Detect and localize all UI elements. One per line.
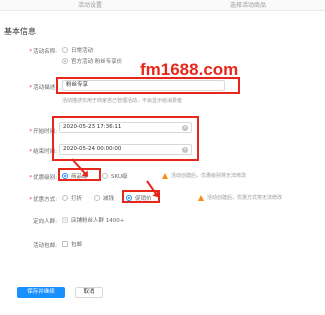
audience-checkbox[interactable]: 店铺粉丝人群 1400+	[62, 216, 124, 224]
radio-circle	[62, 47, 68, 53]
annotation-box-level	[58, 168, 101, 181]
radio-discount[interactable]: 打折	[62, 194, 82, 202]
method-warning: 活动创建后，优惠方式将无法修改	[198, 194, 282, 201]
shipping-checkbox[interactable]: 包邮	[62, 240, 82, 248]
description-hint: 活动描述仅用于商家自己管理活动，不会显示给消费者	[62, 98, 183, 104]
step-tabs: 活动设置 选择活动商品	[0, 0, 325, 11]
radio-reduce[interactable]: 减钱	[94, 194, 114, 202]
activity-name-label: *活动名称:	[29, 49, 57, 55]
section-title: 基本信息	[4, 27, 36, 36]
tab-activity-settings[interactable]: 活动设置	[78, 0, 102, 9]
description-label: *活动描述:	[29, 85, 57, 91]
level-warning: 活动创建后，优惠级别将无法修改	[162, 172, 246, 179]
audience-label: 定向人群:	[33, 219, 57, 225]
checkbox	[62, 217, 68, 223]
radio-circle	[102, 173, 108, 179]
warning-icon	[162, 172, 168, 179]
radio-circle	[94, 195, 100, 201]
tab-select-products[interactable]: 选择活动商品	[230, 0, 266, 9]
method-label: *优惠方式:	[29, 197, 57, 203]
radio-circle	[62, 195, 68, 201]
radio-daily-activity[interactable]: 日常活动	[62, 46, 93, 54]
cancel-button[interactable]: 取消	[75, 287, 103, 298]
radio-circle	[62, 58, 68, 64]
warning-icon	[198, 194, 204, 201]
save-continue-button[interactable]: 保存并继续	[17, 287, 65, 298]
checkbox	[62, 241, 68, 247]
radio-sku-level[interactable]: SKU级	[102, 172, 127, 180]
radio-official-activity[interactable]: 官方活动 粉丝专享价	[62, 57, 122, 65]
annotation-box-time	[52, 116, 199, 161]
level-label: *优惠级别:	[29, 175, 57, 181]
watermark-text: fm1688.com	[140, 60, 239, 79]
shipping-label: 活动包邮:	[33, 243, 57, 249]
